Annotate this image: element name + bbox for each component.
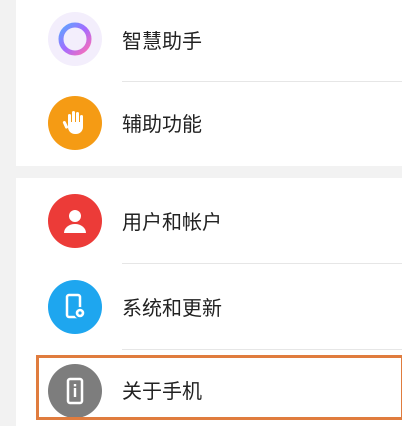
settings-item-smart-assistant[interactable]: 智慧助手 <box>16 0 402 82</box>
phone-gear-icon <box>48 280 102 334</box>
users-accounts-label: 用户和帐户 <box>122 210 222 234</box>
settings-item-accessibility[interactable]: 辅助功能 <box>16 82 402 166</box>
smart-assistant-label: 智慧助手 <box>122 29 202 53</box>
highlight-frame <box>36 355 402 420</box>
settings-item-system-update[interactable]: 系统和更新 <box>16 264 402 350</box>
accessibility-label: 辅助功能 <box>122 112 202 136</box>
system-update-label: 系统和更新 <box>122 296 222 320</box>
hand-icon <box>48 96 102 150</box>
person-icon <box>48 194 102 248</box>
settings-item-users-accounts[interactable]: 用户和帐户 <box>16 178 402 264</box>
assistant-ring-icon <box>48 12 102 66</box>
settings-group-1: 智慧助手 辅助功能 <box>16 0 402 166</box>
